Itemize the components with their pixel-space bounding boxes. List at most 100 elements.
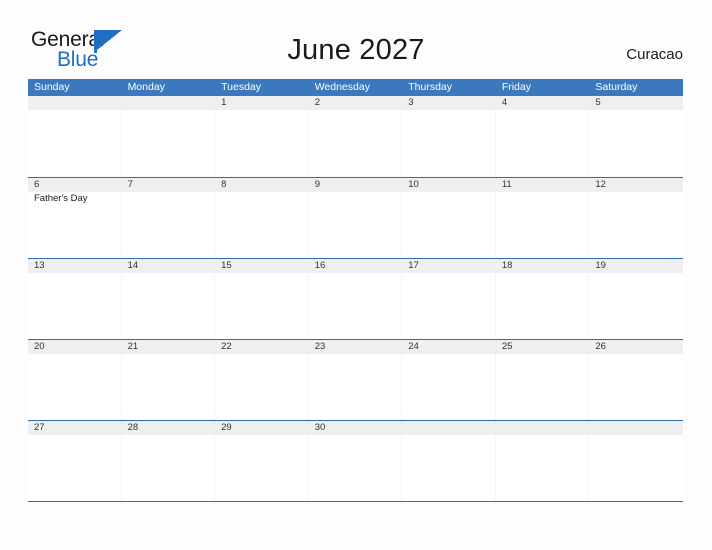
day-number xyxy=(402,421,496,435)
day-number[interactable]: 24 xyxy=(402,340,496,354)
calendar-weeks: 1 2 3 4 5 6 7 8 9 10 11 12 Father's Day 13 14 15 16 17 18 1… xyxy=(28,96,683,501)
week-date-band: 20 21 22 23 24 25 26 xyxy=(28,340,683,354)
day-cell[interactable] xyxy=(28,435,122,501)
day-cell xyxy=(496,435,590,501)
calendar-grid: Sunday Monday Tuesday Wednesday Thursday… xyxy=(28,79,683,502)
day-number[interactable]: 11 xyxy=(496,178,590,192)
day-number[interactable]: 23 xyxy=(309,340,403,354)
day-number[interactable]: 22 xyxy=(215,340,309,354)
day-cell[interactable] xyxy=(215,273,309,339)
weekday-monday: Monday xyxy=(127,81,165,93)
day-cell[interactable] xyxy=(589,273,683,339)
day-number[interactable]: 10 xyxy=(402,178,496,192)
calendar-page: General Blue June 2027 Curacao Sunday Mo… xyxy=(0,0,712,550)
day-number[interactable]: 20 xyxy=(28,340,122,354)
day-number[interactable]: 18 xyxy=(496,259,590,273)
day-cell[interactable] xyxy=(496,354,590,420)
weekday-header-row: Sunday Monday Tuesday Wednesday Thursday… xyxy=(28,79,683,96)
day-cell[interactable] xyxy=(215,435,309,501)
day-cell xyxy=(402,435,496,501)
week-date-band: 6 7 8 9 10 11 12 xyxy=(28,178,683,192)
day-number[interactable]: 4 xyxy=(496,96,590,110)
day-number[interactable]: 17 xyxy=(402,259,496,273)
day-number[interactable]: 2 xyxy=(309,96,403,110)
day-cell xyxy=(28,110,122,176)
calendar-week-row: 20 21 22 23 24 25 26 xyxy=(28,339,683,420)
day-cell[interactable] xyxy=(496,110,590,176)
day-cell[interactable] xyxy=(496,273,590,339)
day-cell[interactable] xyxy=(309,110,403,176)
day-cell[interactable] xyxy=(215,354,309,420)
day-cell[interactable] xyxy=(122,273,216,339)
day-cell[interactable] xyxy=(122,354,216,420)
day-number[interactable]: 15 xyxy=(215,259,309,273)
weekday-thursday: Thursday xyxy=(408,81,453,93)
day-number xyxy=(589,421,683,435)
day-number[interactable]: 8 xyxy=(215,178,309,192)
page-header: General Blue June 2027 Curacao xyxy=(0,0,712,79)
day-cell[interactable] xyxy=(402,192,496,258)
day-event-label: Father's Day xyxy=(34,193,88,204)
weekday-tuesday: Tuesday xyxy=(221,81,262,93)
day-number[interactable]: 30 xyxy=(309,421,403,435)
weekday-saturday: Saturday xyxy=(595,81,638,93)
day-number[interactable]: 9 xyxy=(309,178,403,192)
day-cell[interactable] xyxy=(28,354,122,420)
day-number xyxy=(496,421,590,435)
day-number[interactable]: 21 xyxy=(122,340,216,354)
day-number xyxy=(28,96,122,110)
calendar-week-row: 6 7 8 9 10 11 12 Father's Day xyxy=(28,177,683,258)
day-number[interactable]: 26 xyxy=(589,340,683,354)
day-cell[interactable] xyxy=(402,110,496,176)
day-cell[interactable] xyxy=(309,273,403,339)
weekday-sunday: Sunday xyxy=(34,81,70,93)
day-cell[interactable] xyxy=(122,192,216,258)
weekday-friday: Friday xyxy=(501,81,531,93)
calendar-week-row: 13 14 15 16 17 18 19 xyxy=(28,258,683,339)
week-body-row xyxy=(28,273,683,339)
day-number[interactable]: 13 xyxy=(28,259,122,273)
day-cell[interactable]: Father's Day xyxy=(28,192,122,258)
day-cell[interactable] xyxy=(122,435,216,501)
page-title: June 2027 xyxy=(287,34,425,66)
day-number[interactable]: 7 xyxy=(122,178,216,192)
day-cell[interactable] xyxy=(28,273,122,339)
day-cell xyxy=(589,435,683,501)
day-number[interactable]: 16 xyxy=(309,259,403,273)
day-cell xyxy=(122,110,216,176)
day-number[interactable]: 5 xyxy=(589,96,683,110)
day-cell[interactable] xyxy=(589,354,683,420)
week-date-band: 12345 xyxy=(28,96,683,110)
day-cell[interactable] xyxy=(402,273,496,339)
day-number[interactable]: 14 xyxy=(122,259,216,273)
day-cell[interactable] xyxy=(309,192,403,258)
day-number[interactable]: 6 xyxy=(28,178,122,192)
day-cell[interactable] xyxy=(309,354,403,420)
grid-bottom-border xyxy=(28,501,683,502)
day-cell[interactable] xyxy=(215,110,309,176)
day-cell[interactable] xyxy=(309,435,403,501)
day-number[interactable]: 19 xyxy=(589,259,683,273)
day-number[interactable]: 29 xyxy=(215,421,309,435)
day-number[interactable]: 28 xyxy=(122,421,216,435)
calendar-week-row: 27 28 29 30 xyxy=(28,420,683,501)
day-number[interactable]: 12 xyxy=(589,178,683,192)
week-body-row xyxy=(28,110,683,176)
day-number[interactable]: 3 xyxy=(402,96,496,110)
week-date-band: 27 28 29 30 xyxy=(28,421,683,435)
weekday-wednesday: Wednesday xyxy=(314,81,370,93)
day-number xyxy=(122,96,216,110)
week-body-row xyxy=(28,435,683,501)
day-cell[interactable] xyxy=(215,192,309,258)
day-number[interactable]: 1 xyxy=(215,96,309,110)
week-body-row: Father's Day xyxy=(28,192,683,258)
day-cell[interactable] xyxy=(402,354,496,420)
day-cell[interactable] xyxy=(589,110,683,176)
calendar-week-row: 12345 xyxy=(28,96,683,177)
day-cell[interactable] xyxy=(496,192,590,258)
week-date-band: 13 14 15 16 17 18 19 xyxy=(28,259,683,273)
week-body-row xyxy=(28,354,683,420)
day-cell[interactable] xyxy=(589,192,683,258)
day-number[interactable]: 25 xyxy=(496,340,590,354)
day-number[interactable]: 27 xyxy=(28,421,122,435)
